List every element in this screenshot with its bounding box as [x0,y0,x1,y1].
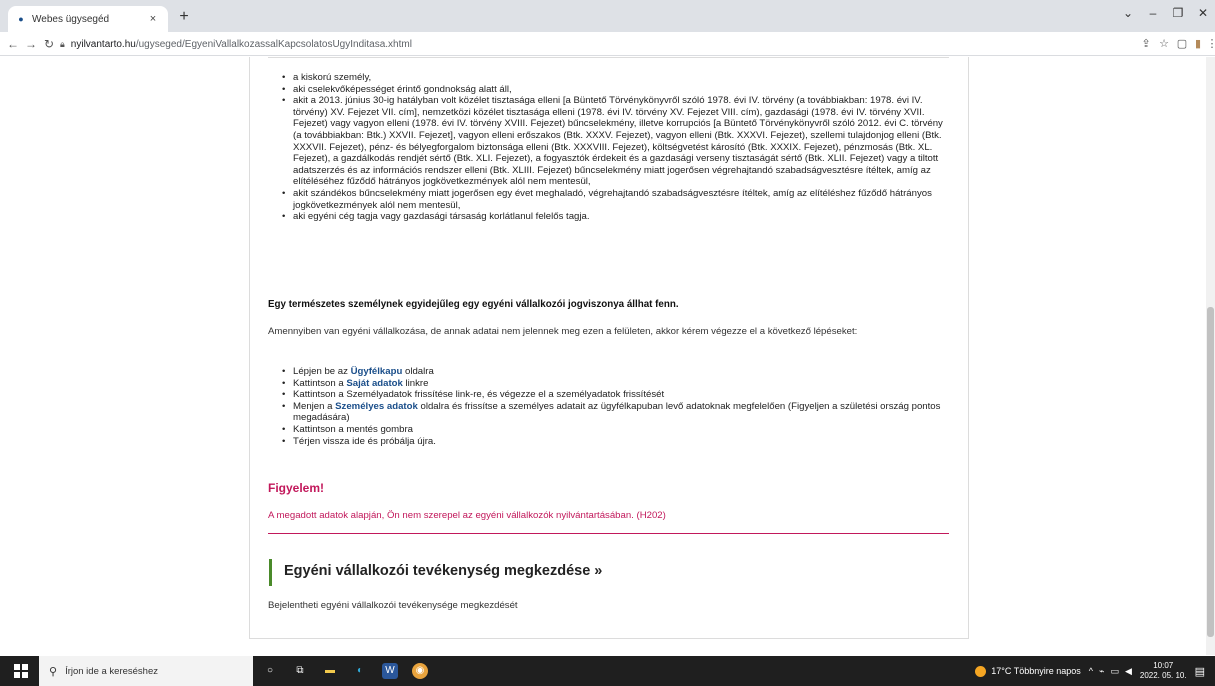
maximize-icon[interactable]: ❐ [1168,6,1188,20]
forward-arrow-icon[interactable]: → [22,35,40,53]
close-window-icon[interactable]: ✕ [1193,6,1213,20]
clock-time: 10:07 [1153,661,1174,670]
back-arrow-icon[interactable]: ← [4,35,22,53]
edge-browser-icon[interactable]: ◐ [352,663,368,679]
kebab-menu-icon[interactable]: ⋮ [1204,37,1215,53]
network-icon[interactable]: ⌁ [1099,666,1104,677]
url-path: /ugyseged/EgyeniVallalkozassalKapcsolato… [135,38,412,50]
page-viewport: a kiskorú személy, aki cselekvőképessége… [0,57,1215,655]
warning-title: Figyelem! [268,481,325,495]
list-item: Kattintson a mentés gombra [272,424,952,436]
list-item: akit szándékos bűncselekmény miatt joger… [272,188,952,211]
tab-search-chevron-icon[interactable]: ⌄ [1118,6,1138,20]
taskbar-search-input[interactable]: ⚲ Írjon ide a kereséshez [39,656,253,686]
step-text: Kattintson a [293,377,347,389]
search-placeholder: Írjon ide a kereséshez [65,665,159,677]
list-item: aki cselekvőképességet érintő gondnokság… [272,84,952,96]
section-accent-bar [269,559,272,586]
list-item: Kattintson a Személyadatok frissítése li… [272,389,952,401]
site-favicon-icon: ● [18,14,24,24]
start-activity-link[interactable]: Egyéni vállalkozói tevékenység megkezdés… [284,563,602,579]
url-field[interactable]: 🔒︎ nyilvantarto.hu/ugyseged/EgyeniVallal… [60,35,1160,53]
bookmark-star-icon[interactable]: ☆ [1156,37,1172,53]
list-item: aki egyéni cég tagja vagy gazdasági társ… [272,211,952,223]
step-text: linkre [402,377,429,389]
one-enterprise-note: Egy természetes személynek egyidejűleg e… [268,299,679,310]
clock-date: 2022. 05. 10. [1139,671,1187,680]
search-icon: ⚲ [49,665,58,678]
top-divider [268,57,949,58]
file-explorer-icon[interactable]: ▬ [322,663,338,679]
sidepanel-icon[interactable]: ▢ [1174,37,1190,53]
scrollbar-thumb[interactable] [1207,307,1214,637]
task-view-icon[interactable]: ⧉ [292,663,308,679]
warning-message: A megadott adatok alapján, Ön nem szerep… [268,510,666,521]
browser-tab-bar: ● Webes ügysegéd × + ⌄ – ❐ ✕ [0,0,1215,32]
step-text: oldalra [402,366,434,377]
list-item: akit a 2013. június 30-ig hatályban volt… [272,95,952,188]
new-tab-button[interactable]: + [174,7,194,27]
warning-divider [268,533,949,534]
list-item: a kiskorú személy, [272,72,952,84]
address-bar-row: ← → ↻ 🔒︎ nyilvantarto.hu/ugyseged/Egyeni… [0,32,1215,56]
notification-icon[interactable]: ▤ [1195,665,1205,678]
windows-start-icon[interactable] [14,664,28,678]
szemelyes-adatok-link[interactable]: Személyes adatok [335,401,418,412]
steps-list: Lépjen be az Ügyfélkapu oldalra Kattints… [272,366,952,447]
browser-tab[interactable]: ● Webes ügysegéd × [8,6,168,32]
list-item: Lépjen be az Ügyfélkapu oldalra [272,366,952,378]
lock-icon: 🔒︎ [60,38,65,49]
battery-icon[interactable]: ▭ [1110,666,1119,677]
steps-intro: Amennyiben van egyéni vállalkozása, de a… [268,326,858,337]
minimize-icon[interactable]: – [1143,6,1163,20]
tray-chevron-icon[interactable]: ^ [1089,666,1093,676]
step-text: Lépjen be az [293,366,351,377]
tab-close-icon[interactable]: × [146,13,160,25]
system-tray: 17°C Többnyire napos ^ ⌁ ▭ ◀ 10:07 2022.… [975,656,1215,686]
clock[interactable]: 10:07 2022. 05. 10. [1140,661,1187,681]
list-item: Menjen a Személyes adatok oldalra és fri… [272,401,952,424]
volume-icon[interactable]: ◀ [1125,666,1132,677]
weather-sun-icon [975,665,987,677]
tab-title: Webes ügysegéd [32,13,110,25]
cortana-icon[interactable]: ○ [262,663,278,679]
reload-icon[interactable]: ↻ [40,35,58,53]
chrome-icon[interactable]: ◉ [412,663,428,679]
ineligibility-list: a kiskorú személy, aki cselekvőképessége… [272,72,952,223]
weather-text[interactable]: 17°C Többnyire napos [991,666,1081,676]
share-icon[interactable]: ⇪ [1138,37,1154,53]
list-item: Kattintson a Saját adatok linkre [272,378,952,390]
sajat-adatok-link[interactable]: Saját adatok [346,378,403,389]
ugyfelkapu-link[interactable]: Ügyfélkapu [351,366,403,377]
taskbar: ⚲ Írjon ide a kereséshez ○ ⧉ ▬ ◐ W ◉ 17°… [0,656,1215,686]
page-scrollbar[interactable] [1206,57,1215,655]
start-activity-description: Bejelentheti egyéni vállalkozói tevékeny… [268,600,518,611]
list-item: Térjen vissza ide és próbálja újra. [272,436,952,448]
word-icon[interactable]: W [382,663,398,679]
step-text: Menjen a [293,400,336,412]
url-host: nyilvantarto.hu [70,38,136,50]
